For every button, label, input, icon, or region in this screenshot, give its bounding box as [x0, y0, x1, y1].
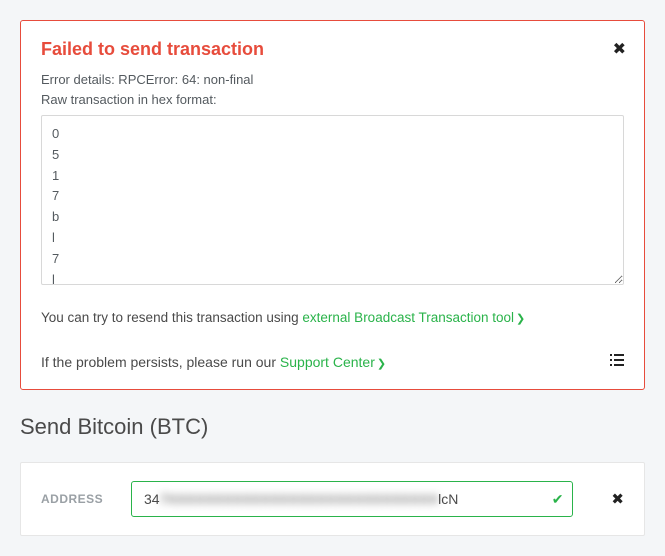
- close-icon[interactable]: ✖: [613, 39, 626, 59]
- raw-hex-label: Raw transaction in hex format:: [41, 90, 624, 110]
- address-input-wrap: 347XXXXXXXXXXXXXXXXXXXXXXXXXXXXXlcN ✔: [131, 481, 573, 517]
- resend-text: You can try to resend this transaction u…: [41, 310, 302, 325]
- persist-line: If the problem persists, please run our …: [41, 354, 386, 370]
- support-center-link[interactable]: Support Center❯: [280, 354, 386, 370]
- check-icon: ✔: [552, 491, 564, 508]
- alert-footer: If the problem persists, please run our …: [41, 353, 624, 371]
- address-input[interactable]: 347XXXXXXXXXXXXXXXXXXXXXXXXXXXXXlcN: [131, 481, 573, 517]
- raw-hex-textarea[interactable]: 0 5 1: [41, 115, 624, 285]
- error-alert: Failed to send transaction ✖ Error detai…: [20, 20, 645, 390]
- resend-line: You can try to resend this transaction u…: [41, 310, 624, 325]
- chevron-right-icon: ❯: [516, 313, 525, 325]
- persist-text: If the problem persists, please run our: [41, 354, 280, 370]
- page-title: Send Bitcoin (BTC): [20, 414, 645, 440]
- address-label: ADDRESS: [41, 492, 113, 506]
- alert-title: Failed to send transaction: [41, 39, 624, 60]
- clear-icon[interactable]: ✖: [611, 490, 624, 508]
- list-icon[interactable]: [610, 353, 624, 371]
- address-card: ADDRESS 347XXXXXXXXXXXXXXXXXXXXXXXXXXXXX…: [20, 462, 645, 536]
- chevron-right-icon: ❯: [377, 358, 386, 370]
- broadcast-tool-link[interactable]: external Broadcast Transaction tool❯: [302, 310, 525, 325]
- error-details: Error details: RPCError: 64: non-final: [41, 70, 624, 90]
